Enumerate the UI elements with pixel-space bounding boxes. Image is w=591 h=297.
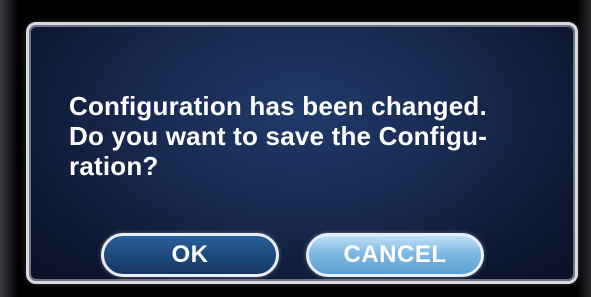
- screen-bezel-right: [577, 0, 591, 297]
- screen-bezel-left: [0, 0, 18, 297]
- cancel-button-label: CANCEL: [343, 241, 447, 268]
- screen: Configuration has been changed. Do you w…: [0, 0, 591, 297]
- ok-button-label: OK: [171, 241, 209, 268]
- dialog-message: Configuration has been changed. Do you w…: [69, 91, 488, 181]
- save-configuration-dialog: Configuration has been changed. Do you w…: [26, 22, 578, 284]
- ok-button[interactable]: OK: [101, 233, 279, 277]
- cancel-button[interactable]: CANCEL: [306, 233, 484, 277]
